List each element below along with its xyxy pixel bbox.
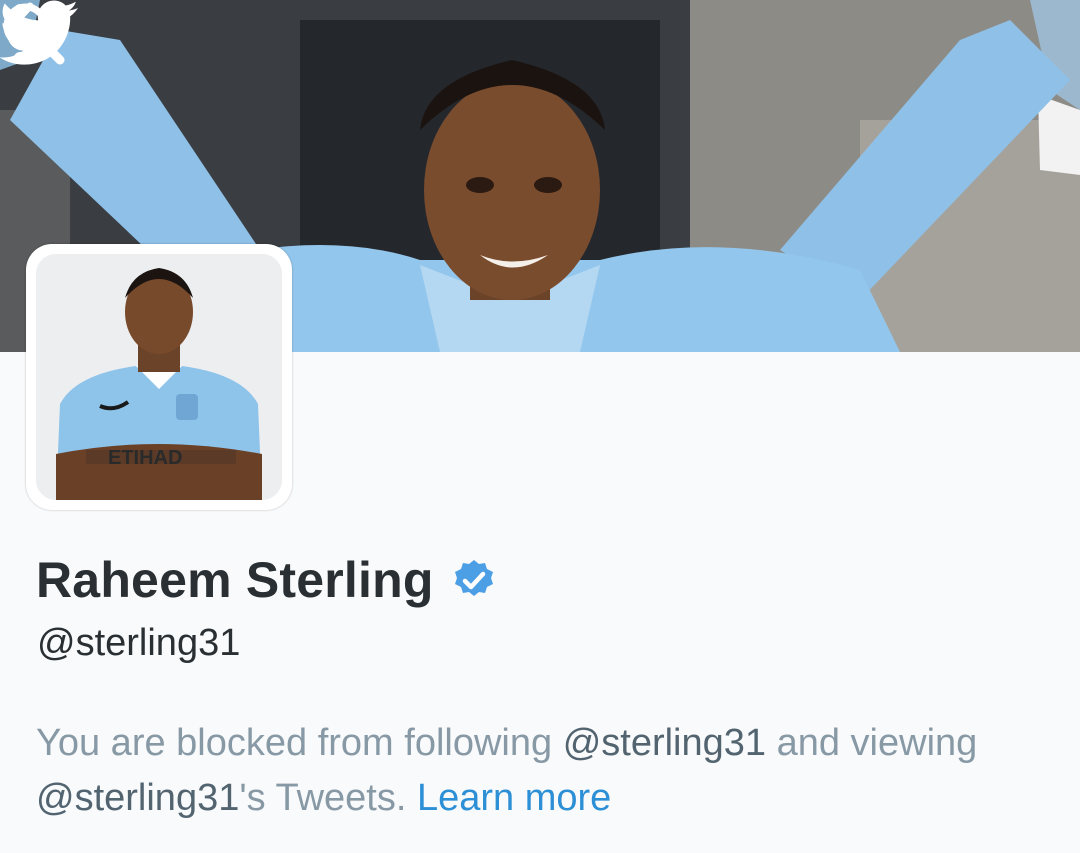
more-vertical-icon[interactable] bbox=[0, 0, 40, 70]
user-handle: @sterling31 bbox=[37, 622, 241, 664]
display-name: Raheem Sterling bbox=[36, 552, 434, 608]
learn-more-link[interactable]: Learn more bbox=[417, 777, 611, 819]
blocked-text-1: You are blocked from following bbox=[36, 722, 563, 764]
avatar-photo: ETIHAD bbox=[36, 254, 282, 500]
blocked-text-3: 's Tweets. bbox=[239, 777, 417, 819]
name-row: Raheem Sterling bbox=[36, 545, 496, 615]
blocked-mention-1[interactable]: @sterling31 bbox=[563, 722, 766, 764]
blocked-text-2: and viewing bbox=[766, 722, 978, 764]
verified-badge-icon bbox=[454, 560, 493, 596]
avatar-image: ETIHAD bbox=[36, 254, 282, 500]
avatar-shirt-text: ETIHAD bbox=[108, 447, 182, 469]
blocked-mention-2[interactable]: @sterling31 bbox=[36, 777, 239, 819]
avatar[interactable]: ETIHAD bbox=[26, 244, 292, 510]
blocked-notice: You are blocked from following @sterling… bbox=[36, 716, 1046, 826]
